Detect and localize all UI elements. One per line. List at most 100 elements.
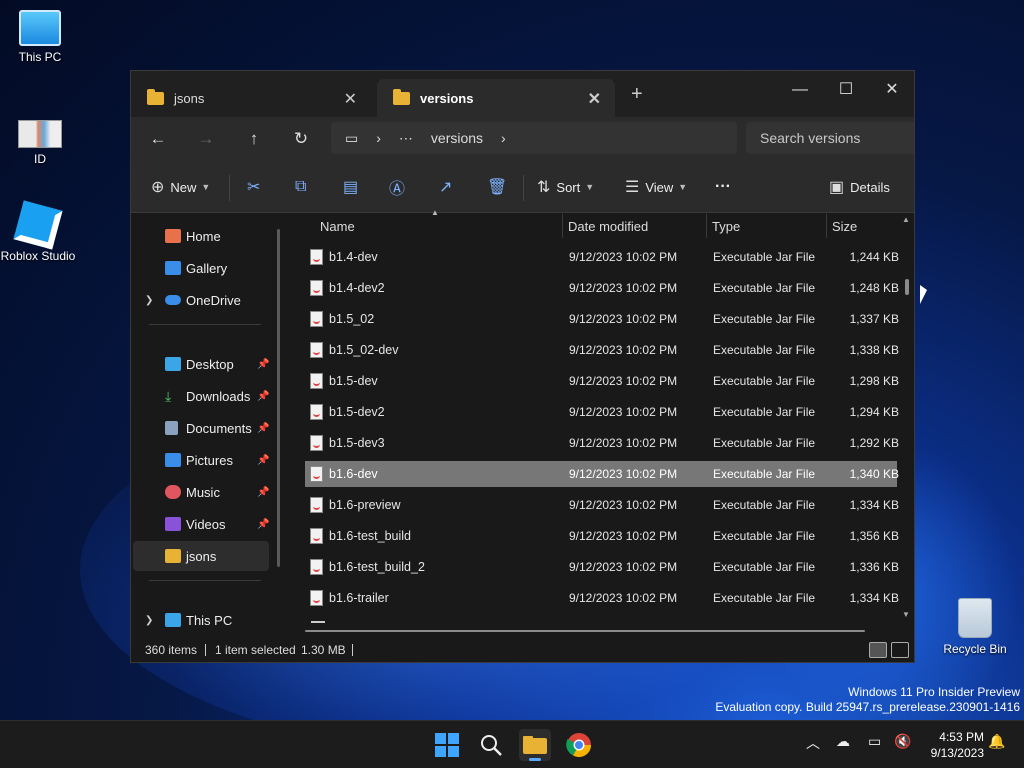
- column-divider[interactable]: [562, 214, 563, 238]
- nav-item-pictures[interactable]: Pictures 📌: [133, 445, 269, 475]
- forward-button[interactable]: →: [191, 125, 221, 153]
- tiles-view-button[interactable]: [891, 642, 909, 658]
- pin-icon: 📌: [257, 486, 270, 498]
- pin-icon: 📌: [257, 422, 270, 434]
- desktop-icon-recycle-bin[interactable]: Recycle Bin: [935, 598, 1015, 656]
- nav-item-gallery[interactable]: Gallery: [133, 253, 269, 283]
- selection-size: 1.30 MB: [301, 643, 346, 657]
- nav-item-onedrive[interactable]: ❯ OneDrive: [133, 285, 269, 315]
- table-row[interactable]: b1.6-test_build 9/12/2023 10:02 PM Executa…: [305, 523, 899, 549]
- file-size: 1,337 KB: [849, 312, 899, 326]
- breadcrumb-overflow[interactable]: ⋯: [399, 130, 413, 147]
- search-input[interactable]: Search versions: [746, 122, 914, 154]
- details-view-button[interactable]: [869, 642, 887, 658]
- nav-label: Documents: [186, 420, 252, 436]
- breadcrumb-versions[interactable]: versions: [431, 130, 483, 146]
- search-button[interactable]: [475, 729, 507, 761]
- minimize-button[interactable]: —: [777, 75, 823, 105]
- pictures-icon: [165, 453, 181, 467]
- desktop-icon-id[interactable]: ID: [0, 120, 80, 166]
- chevron-right-icon[interactable]: ›: [501, 130, 506, 146]
- nav-item-home[interactable]: Home: [133, 221, 269, 251]
- table-row[interactable]: b1.5_02 9/12/2023 10:02 PM Executable Jar …: [305, 306, 899, 332]
- cut-button[interactable]: ✂: [247, 175, 266, 199]
- horizontal-scrollbar-thumb[interactable]: [305, 630, 865, 632]
- chevron-right-icon[interactable]: ›: [376, 130, 381, 146]
- column-header-type[interactable]: Type: [712, 214, 740, 240]
- column-header-date[interactable]: Date modified: [568, 214, 648, 240]
- copy-button[interactable]: ⧉: [295, 175, 312, 199]
- nav-item-music[interactable]: Music 📌: [133, 477, 269, 507]
- column-header-size[interactable]: Size: [832, 214, 857, 240]
- folder-icon: [165, 549, 181, 563]
- chevron-right-icon[interactable]: ❯: [145, 615, 153, 626]
- onedrive-sync-icon[interactable]: ☁: [836, 733, 850, 750]
- vertical-scrollbar-thumb[interactable]: [905, 279, 909, 295]
- jar-file-icon: [310, 590, 323, 606]
- table-row[interactable]: b1.6-dev 9/12/2023 10:02 PM Executable Jar…: [305, 461, 899, 487]
- windows-logo-icon: [435, 733, 459, 757]
- desktop-icon-this-pc[interactable]: This PC: [0, 10, 80, 64]
- column-divider[interactable]: [706, 214, 707, 238]
- file-name: b1.5_02: [329, 312, 375, 326]
- desktop-icon: [165, 357, 181, 371]
- clock[interactable]: 4:53 PM 9/13/2023: [918, 729, 984, 761]
- maximize-button[interactable]: ☐: [823, 75, 869, 105]
- breadcrumb[interactable]: ▭ › ⋯ versions ›: [331, 122, 737, 154]
- table-row[interactable]: b1.6-trailer 9/12/2023 10:02 PM Executable…: [305, 585, 899, 611]
- nav-item-documents[interactable]: Documents 📌: [133, 413, 269, 443]
- scroll-up-icon[interactable]: ▲: [902, 215, 910, 224]
- more-options-button[interactable]: ···: [715, 175, 731, 199]
- back-button[interactable]: ←: [143, 125, 173, 153]
- sort-button[interactable]: ⇅ Sort ▼: [537, 175, 594, 199]
- nav-label: Videos: [186, 516, 226, 532]
- nav-item-videos[interactable]: Videos 📌: [133, 509, 269, 539]
- table-row[interactable]: b1.6-test_build_2 9/12/2023 10:02 PM Execu…: [305, 554, 899, 580]
- close-tab-icon[interactable]: ✕: [344, 89, 357, 109]
- table-row[interactable]: b1.5-dev 9/12/2023 10:02 PM Executable Jar…: [305, 368, 899, 394]
- nav-item-desktop[interactable]: Desktop 📌: [133, 349, 269, 379]
- desktop-icon-roblox-studio[interactable]: Roblox Studio: [0, 200, 78, 263]
- file-date: 9/12/2023 10:02 PM: [569, 343, 678, 357]
- share-button[interactable]: ↗: [439, 175, 458, 199]
- up-button[interactable]: ↑: [239, 125, 269, 153]
- file-type: Executable Jar File: [713, 529, 816, 543]
- rename-button[interactable]: Ⓐ: [389, 175, 411, 199]
- new-tab-button[interactable]: +: [631, 83, 643, 106]
- column-header-name[interactable]: Name: [320, 214, 355, 240]
- view-button[interactable]: ☰ View ▼: [625, 175, 687, 199]
- start-button[interactable]: [431, 729, 463, 761]
- taskbar-file-explorer[interactable]: [519, 729, 551, 761]
- refresh-button[interactable]: ↻: [286, 125, 316, 153]
- table-row[interactable]: b1.5-dev2 9/12/2023 10:02 PM Executable Ja…: [305, 399, 899, 425]
- close-window-button[interactable]: ✕: [869, 75, 914, 105]
- file-name: b1.4-dev: [329, 250, 378, 264]
- monitor-icon[interactable]: ▭: [345, 130, 358, 147]
- table-row[interactable]: b1.5-dev3 9/12/2023 10:02 PM Executable Ja…: [305, 430, 899, 456]
- notification-bell-icon[interactable]: 🔔: [988, 733, 1005, 750]
- nav-item-jsons[interactable]: jsons: [133, 541, 269, 571]
- close-tab-icon[interactable]: ✕: [588, 89, 601, 109]
- new-button[interactable]: ⊕ New ▼: [151, 175, 210, 199]
- column-divider[interactable]: [826, 214, 827, 238]
- table-row[interactable]: b1.4-dev 9/12/2023 10:02 PM Executable Jar…: [305, 244, 899, 270]
- nav-item-this-pc[interactable]: ❯ This PC: [133, 605, 269, 635]
- table-row[interactable]: b1.6-preview 9/12/2023 10:02 PM Executable…: [305, 492, 899, 518]
- show-hidden-icons-chevron-icon[interactable]: ︿: [806, 733, 820, 753]
- taskbar-chrome[interactable]: [563, 729, 595, 761]
- delete-button[interactable]: 🗑: [487, 175, 513, 199]
- table-row[interactable]: b1.5_02-dev 9/12/2023 10:02 PM Executable …: [305, 337, 899, 363]
- paste-button[interactable]: ▤: [343, 175, 364, 199]
- volume-muted-icon[interactable]: 🔇: [894, 733, 911, 750]
- nav-label: Music: [186, 484, 220, 500]
- tab-versions[interactable]: versions ✕: [377, 79, 615, 117]
- scroll-down-icon[interactable]: ▼: [902, 610, 910, 619]
- nav-label: This PC: [186, 612, 233, 628]
- nav-scrollbar[interactable]: [277, 229, 280, 567]
- nav-item-downloads[interactable]: ⤓ Downloads 📌: [133, 381, 269, 411]
- table-row[interactable]: b1.4-dev2 9/12/2023 10:02 PM Executable Ja…: [305, 275, 899, 301]
- chevron-right-icon[interactable]: ❯: [145, 295, 153, 306]
- tab-jsons[interactable]: jsons ✕: [131, 79, 371, 117]
- details-pane-button[interactable]: ▣ Details: [829, 175, 890, 199]
- network-icon[interactable]: ▭: [868, 733, 881, 750]
